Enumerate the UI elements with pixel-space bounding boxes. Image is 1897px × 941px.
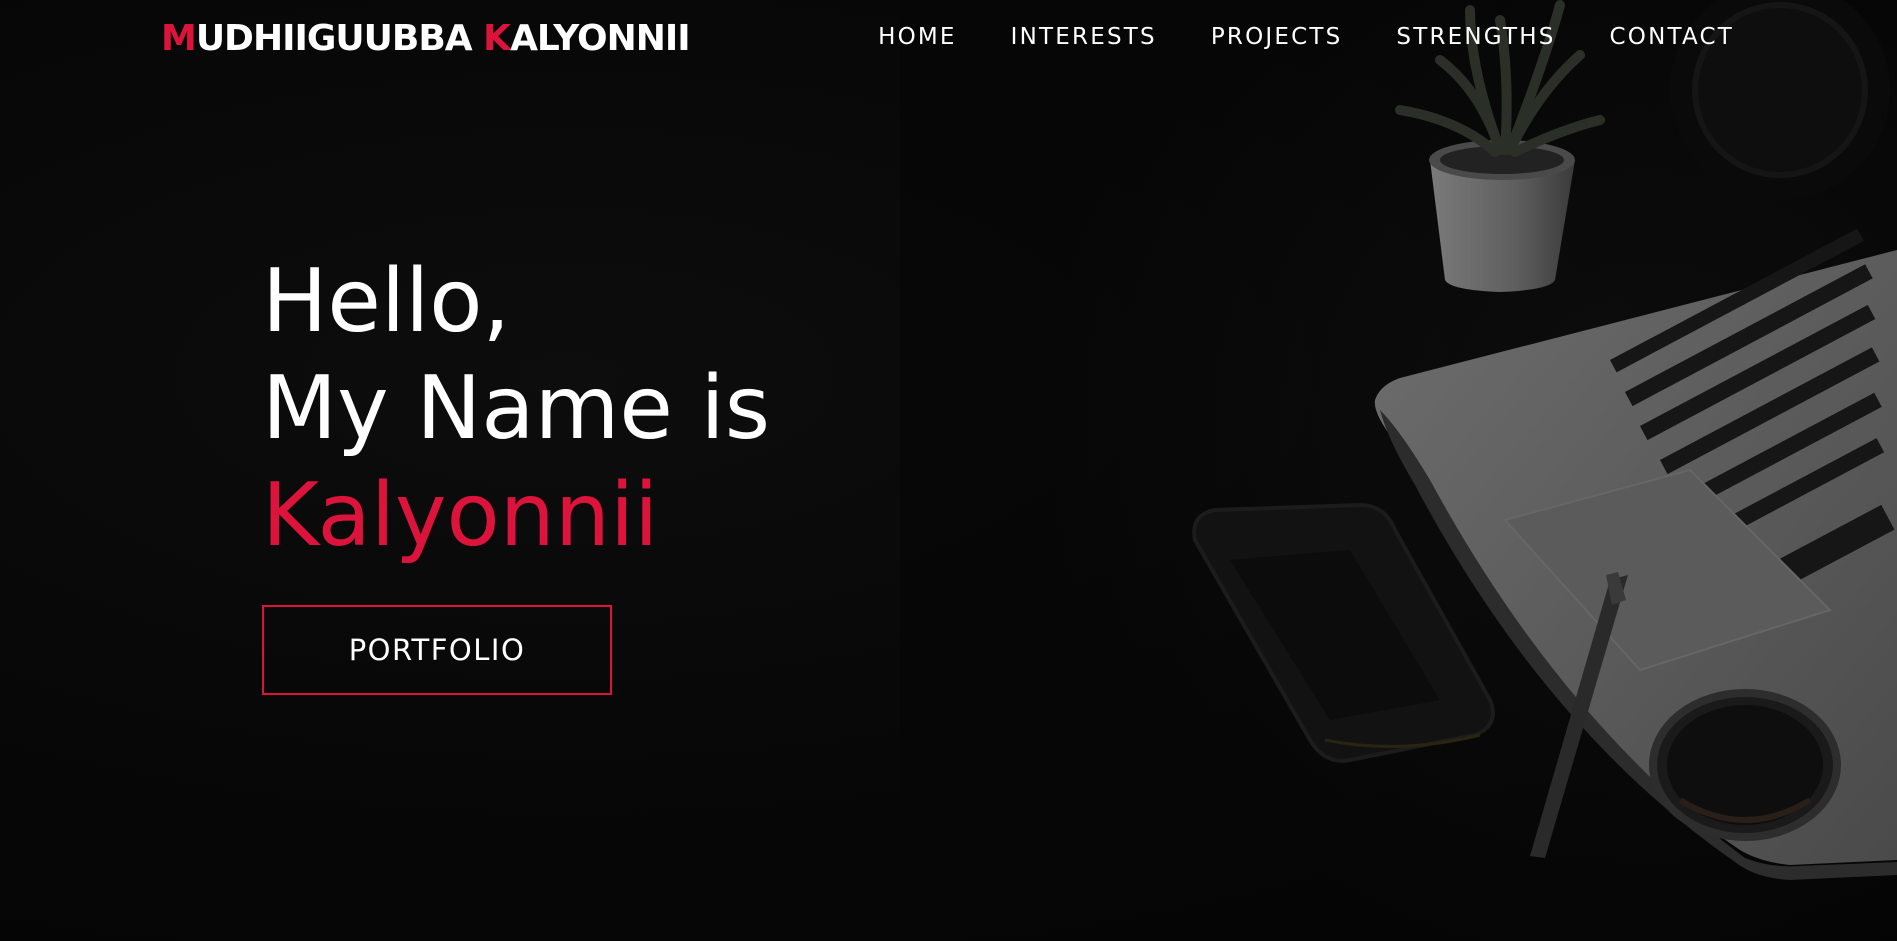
- nav-link-contact[interactable]: CONTACT: [1610, 24, 1734, 50]
- hero-section: Hello, My Name is Kalyonnii: [262, 248, 770, 569]
- navbar: MUDHIIGUUBBA KALYONNII HOME INTERESTS PR…: [0, 0, 1897, 80]
- page: MUDHIIGUUBBA KALYONNII HOME INTERESTS PR…: [0, 0, 1897, 941]
- nav-link-strengths[interactable]: STRENGTHS: [1396, 24, 1555, 50]
- nav-link-projects[interactable]: PROJECTS: [1211, 24, 1343, 50]
- hero-name: Kalyonnii: [262, 464, 659, 566]
- logo-last-initial: K: [483, 18, 511, 59]
- main-nav: HOME INTERESTS PROJECTS STRENGTHS CONTAC…: [878, 24, 1734, 50]
- hero-intro: My Name is: [262, 357, 771, 459]
- lens-icon: [1649, 689, 1841, 841]
- logo-last-rest: ALYONNII: [510, 18, 691, 59]
- hero-greeting: Hello,: [262, 250, 511, 352]
- logo-first-initial: M: [161, 18, 197, 59]
- nav-link-interests[interactable]: INTERESTS: [1011, 24, 1157, 50]
- portfolio-button[interactable]: PORTFOLIO: [262, 605, 612, 695]
- nav-link-home[interactable]: HOME: [878, 24, 957, 50]
- logo-first-rest: UDHIIGUUBBA: [195, 18, 484, 59]
- site-logo[interactable]: MUDHIIGUUBBA KALYONNII: [161, 18, 691, 59]
